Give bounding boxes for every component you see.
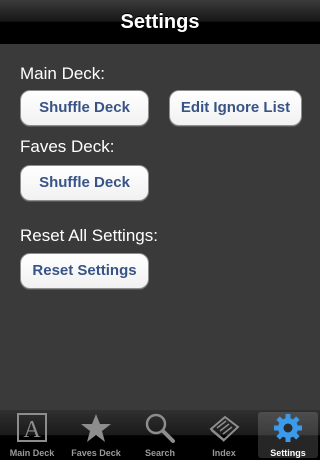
main-deck-label: Main Deck: <box>20 64 106 83</box>
star-icon <box>80 413 112 443</box>
reset-all-settings-label: Reset All Settings: <box>20 226 158 245</box>
tab-label: Main Deck <box>9 448 55 458</box>
svg-text:A: A <box>23 417 41 443</box>
faves-deck-shuffle-button[interactable]: Shuffle Deck <box>20 165 149 201</box>
tab-search[interactable]: Search <box>128 410 192 460</box>
reset-settings-button[interactable]: Reset Settings <box>20 253 149 289</box>
faves-deck-label: Faves Deck: <box>20 137 115 156</box>
tab-bar: A Main Deck Faves Deck Search Index Sett… <box>0 410 320 460</box>
tab-index[interactable]: Index <box>192 410 256 460</box>
tab-faves-deck[interactable]: Faves Deck <box>64 410 128 460</box>
main-deck-shuffle-button[interactable]: Shuffle Deck <box>20 90 149 126</box>
letter-a-icon: A <box>16 413 48 443</box>
tab-label: Search <box>144 448 176 458</box>
book-icon <box>208 413 240 443</box>
tab-label: Settings <box>270 448 306 458</box>
edit-ignore-list-button[interactable]: Edit Ignore List <box>169 90 302 126</box>
tab-settings[interactable]: Settings <box>258 412 318 458</box>
page-title: Settings <box>120 11 200 33</box>
tab-label: Faves Deck <box>71 448 121 458</box>
tab-main-deck[interactable]: A Main Deck <box>0 410 64 460</box>
gear-icon <box>272 413 304 443</box>
settings-content: Main Deck: Shuffle Deck Edit Ignore List… <box>0 44 320 410</box>
tab-label: Index <box>212 448 236 458</box>
navigation-bar: Settings <box>0 0 320 44</box>
magnifier-icon <box>144 413 176 443</box>
